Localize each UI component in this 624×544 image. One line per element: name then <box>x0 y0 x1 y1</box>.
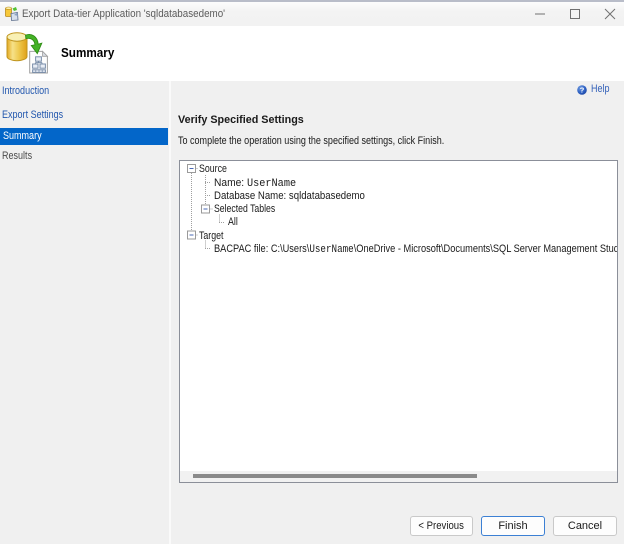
svg-text:?: ? <box>580 86 585 95</box>
